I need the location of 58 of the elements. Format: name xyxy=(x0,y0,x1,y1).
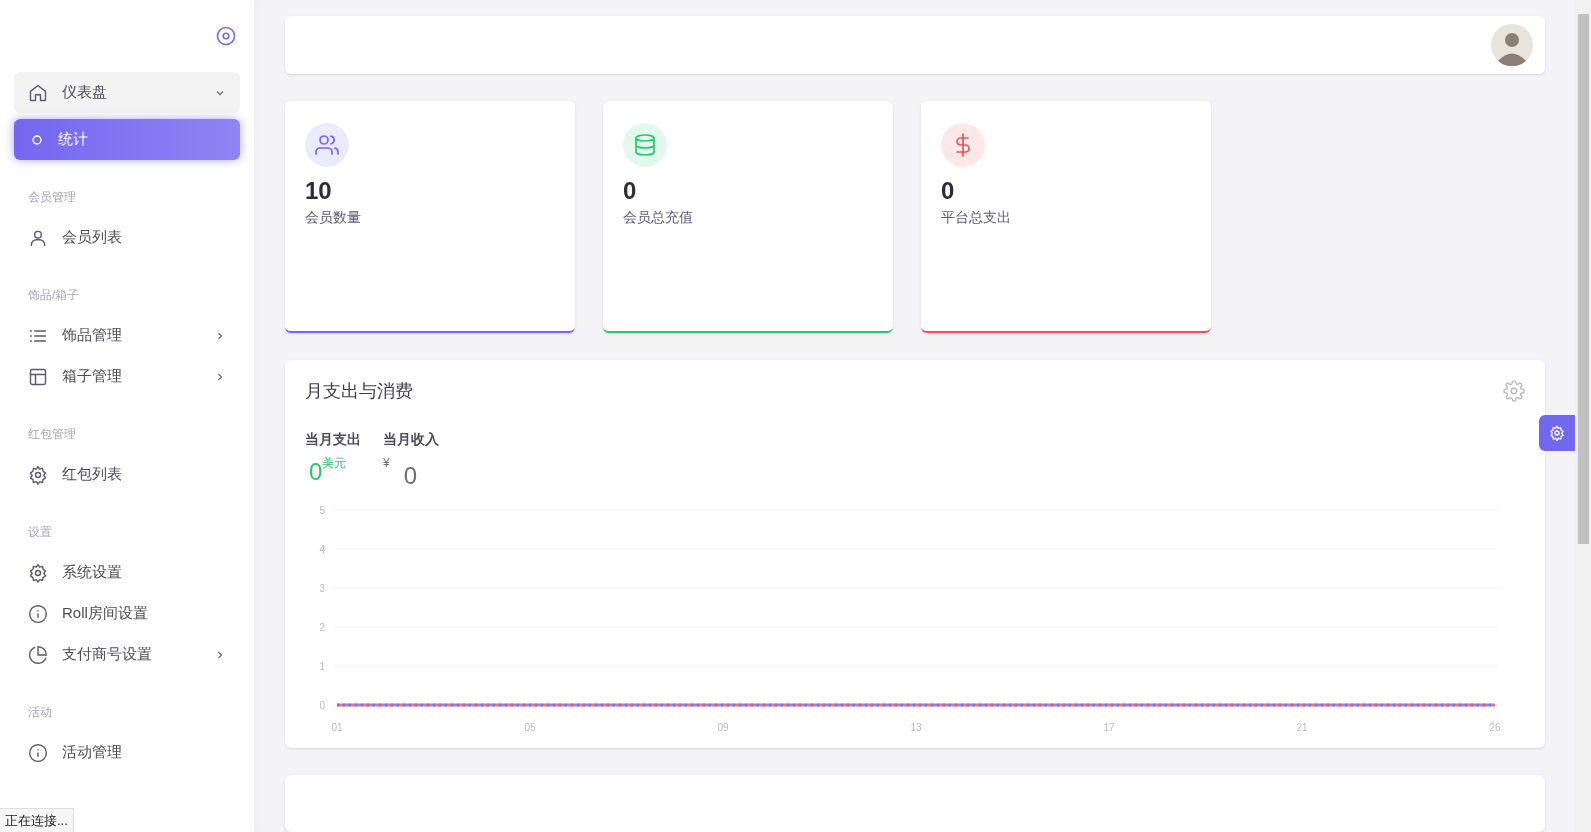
sidebar-item[interactable]: 会员列表 xyxy=(14,217,240,258)
settings-icon xyxy=(1549,425,1565,441)
axis-label: 3 xyxy=(319,582,325,594)
section-header: 活动 xyxy=(28,704,52,721)
stat-value: 10 xyxy=(305,175,333,206)
radio-circle-icon[interactable] xyxy=(216,26,236,46)
section-header: 饰品/箱子 xyxy=(28,287,80,304)
sidebar-item[interactable]: 系统设置 xyxy=(14,552,240,593)
stat-label: 会员数量 xyxy=(305,207,362,227)
currency-unit: 美元 xyxy=(322,454,347,470)
axis-label: 21 xyxy=(1296,721,1308,733)
info-icon xyxy=(28,742,48,763)
axis-label: 4 xyxy=(319,543,325,555)
status-text: 正在连接... xyxy=(0,807,74,832)
axis-label: 5 xyxy=(319,504,325,516)
sidebar-item[interactable]: Roll房间设置 xyxy=(14,593,240,634)
sidebar-item[interactable]: 红包列表 xyxy=(14,454,240,495)
summary-label: 当月收入 xyxy=(383,429,439,449)
axis-label: 1 xyxy=(319,660,325,672)
avatar[interactable] xyxy=(1491,23,1533,66)
axis-label: 13 xyxy=(910,721,922,733)
axis-label: 0 xyxy=(319,699,325,711)
card-title: 月支出与消费 xyxy=(305,379,413,403)
users-icon xyxy=(315,132,339,157)
sidebar-item[interactable]: 饰品管理 xyxy=(14,315,240,356)
layout-icon xyxy=(28,366,48,387)
sidebar-item[interactable]: 支付商号设置 xyxy=(14,634,240,675)
stat-value: 0 xyxy=(941,175,956,206)
section-header: 设置 xyxy=(28,524,52,541)
database-icon xyxy=(633,132,657,157)
sidebar-item[interactable]: 统计 xyxy=(14,119,240,160)
home-icon xyxy=(28,82,48,103)
axis-label: 09 xyxy=(717,721,729,733)
stat-label: 平台总支出 xyxy=(941,207,1012,227)
scrollbar[interactable] xyxy=(1575,0,1591,832)
summary-value: 0 xyxy=(309,457,323,486)
settings-button[interactable] xyxy=(1539,415,1575,451)
circle-icon xyxy=(32,134,42,145)
axis-label: 05 xyxy=(524,721,536,733)
sidebar-item[interactable]: 活动管理 xyxy=(14,732,240,773)
settings-icon xyxy=(28,464,48,485)
section-header: 红包管理 xyxy=(28,426,76,443)
pie-chart-icon xyxy=(28,644,48,665)
axis-label: 01 xyxy=(331,721,343,733)
axis-label: 2 xyxy=(319,621,325,633)
stat-value: 0 xyxy=(623,175,638,206)
sidebar-item[interactable]: 仪表盘 xyxy=(14,72,240,113)
summary-label: 当月支出 xyxy=(305,429,361,449)
settings-icon xyxy=(28,562,48,583)
axis-label: 17 xyxy=(1103,721,1115,733)
section-header: 会员管理 xyxy=(28,189,76,206)
axis-label: 26 xyxy=(1489,721,1501,733)
scrollbar-thumb[interactable] xyxy=(1577,14,1589,544)
info-icon xyxy=(28,603,48,624)
summary-value: 0 xyxy=(403,461,418,490)
currency-unit: ¥ xyxy=(383,454,390,472)
stat-label: 会员总充值 xyxy=(623,207,694,227)
sidebar-item[interactable]: 箱子管理 xyxy=(14,356,240,397)
